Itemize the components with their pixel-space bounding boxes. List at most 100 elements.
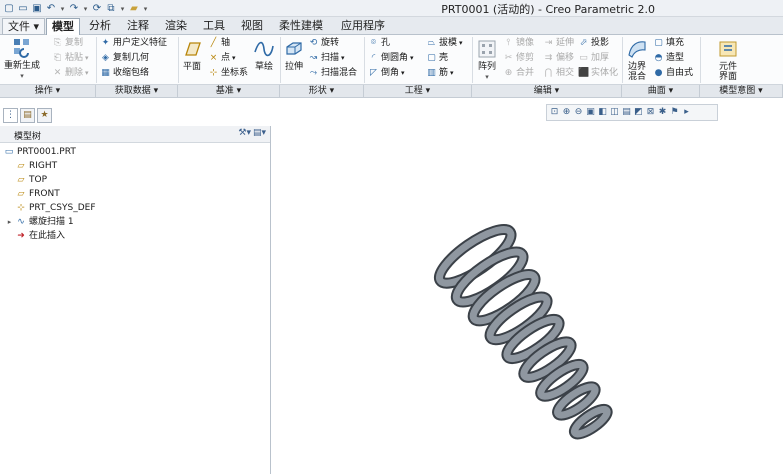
sketch-icon xyxy=(254,41,274,57)
chamfer-button[interactable]: ◸ 倒角 ▾ xyxy=(368,68,405,79)
tab-applications[interactable]: 应用程序 xyxy=(336,18,390,35)
datum-plane-icon: ▱ xyxy=(17,175,25,185)
revolve-button[interactable]: ⟲ 旋转 xyxy=(308,38,339,49)
revolve-icon: ⟲ xyxy=(309,38,318,48)
offset-button[interactable]: ⇉ 偏移 xyxy=(543,53,574,64)
intersect-button[interactable]: ⋂ 相交 xyxy=(543,68,574,79)
tree-columns-icon[interactable]: ▤▾ xyxy=(253,128,266,138)
tree-node-helical-sweep[interactable]: ▸ ∿ 螺旋扫描 1 xyxy=(6,216,74,228)
tab-tools[interactable]: 工具 xyxy=(198,18,230,35)
tab-model[interactable]: 模型 xyxy=(46,18,80,35)
group-label-datum[interactable]: 基准 ▾ xyxy=(178,85,280,98)
tree-node-insert-here[interactable]: ➜ 在此插入 xyxy=(16,230,65,242)
copy-geometry-icon: ◈ xyxy=(102,53,109,63)
group-separator xyxy=(622,37,623,83)
sweep-icon: ↝ xyxy=(309,53,318,63)
paste-icon: ⎗ xyxy=(53,53,62,63)
boundary-blend-button[interactable]: 边界混合 xyxy=(626,38,648,82)
csys-button[interactable]: ⊹ 坐标系 xyxy=(208,68,248,79)
tree-node-csys[interactable]: ⊹ PRT_CSYS_DEF xyxy=(16,202,95,214)
thicken-icon: ▭ xyxy=(579,53,588,63)
round-button[interactable]: ◜ 倒圆角 ▾ xyxy=(368,53,414,64)
annotation-display-icon[interactable]: ⚑ xyxy=(669,107,680,118)
swept-blend-icon: ⤳ xyxy=(309,68,318,78)
sketch-button[interactable]: 草绘 xyxy=(253,38,275,72)
group-label-operations[interactable]: 操作 ▾ xyxy=(0,85,96,98)
repaint-icon[interactable]: ▣ xyxy=(585,107,596,118)
freestyle-button[interactable]: ● 自由式 xyxy=(653,68,693,79)
tree-node-top[interactable]: ▱ TOP xyxy=(16,174,47,186)
group-label-shapes[interactable]: 形状 ▾ xyxy=(280,85,364,98)
model-tree-tab-icon[interactable]: ⋮ xyxy=(3,108,18,123)
display-style-icon[interactable]: ◧ xyxy=(597,107,608,118)
shrinkwrap-button[interactable]: ▦ 收缩包络 xyxy=(100,68,149,79)
solidify-button[interactable]: ⬛ 实体化 xyxy=(578,68,618,79)
group-label-model-intent[interactable]: 模型意图 ▾ xyxy=(700,85,783,98)
udf-button[interactable]: ✦ 用户定义特征 xyxy=(100,38,167,49)
copy-geometry-button[interactable]: ◈ 复制几何 xyxy=(100,53,149,64)
style-icon: ◓ xyxy=(654,53,663,63)
shrinkwrap-icon: ▦ xyxy=(101,68,110,78)
thicken-button[interactable]: ▭ 加厚 xyxy=(578,53,609,64)
point-button[interactable]: × 点 ▾ xyxy=(208,53,236,64)
draft-button[interactable]: ⏢ 拔模 ▾ xyxy=(426,38,463,49)
saved-orientations-icon[interactable]: ◫ xyxy=(609,107,620,118)
group-label-get-data[interactable]: 获取数据 ▾ xyxy=(96,85,178,98)
fill-button[interactable]: ▢ 填充 xyxy=(653,38,684,49)
tree-node-front[interactable]: ▱ FRONT xyxy=(16,188,60,200)
datum-display-filters-icon[interactable]: ⊠ xyxy=(645,107,656,118)
trim-button[interactable]: ✂ 修剪 xyxy=(503,53,534,64)
axis-icon: ╱ xyxy=(210,38,217,48)
axis-button[interactable]: ╱ 轴 xyxy=(208,38,230,49)
group-label-engineering[interactable]: 工程 ▾ xyxy=(364,85,472,98)
component-interface-button[interactable]: 元件界面 xyxy=(714,38,742,82)
mirror-button[interactable]: ⫯ 镜像 xyxy=(503,38,534,49)
round-icon: ◜ xyxy=(371,53,376,63)
insert-here-arrow-icon: ➜ xyxy=(17,231,25,241)
extrude-icon xyxy=(286,42,302,55)
fill-icon: ▢ xyxy=(654,38,663,48)
spin-center-icon[interactable]: ✱ xyxy=(657,107,668,118)
style-button[interactable]: ◓ 造型 xyxy=(653,53,684,64)
swept-blend-button[interactable]: ⤳ 扫描混合 xyxy=(308,68,357,79)
tab-analysis[interactable]: 分析 xyxy=(84,18,116,35)
window-title: PRT0001 (活动的) - Creo Parametric 2.0 xyxy=(441,3,655,16)
play-animation-icon[interactable]: ▸ xyxy=(681,107,692,118)
graphics-window[interactable] xyxy=(272,98,783,474)
copy-button[interactable]: ⎘ 复制 xyxy=(52,38,83,49)
shell-button[interactable]: ▢ 壳 xyxy=(426,53,448,64)
delete-button[interactable]: ✕ 删除 ▾ xyxy=(52,68,89,79)
rib-button[interactable]: ▥ 筋 ▾ xyxy=(426,68,453,79)
tab-file[interactable]: 文件 ▾ xyxy=(2,18,46,35)
refit-icon[interactable]: ⊡ xyxy=(549,107,560,118)
group-label-editing[interactable]: 编辑 ▾ xyxy=(472,85,622,98)
tab-flexible-modeling[interactable]: 柔性建模 xyxy=(274,18,328,35)
paste-button[interactable]: ⎗ 粘贴 ▾ xyxy=(52,53,89,64)
favorites-tab-icon[interactable]: ★ xyxy=(37,108,52,123)
sweep-button[interactable]: ↝ 扫描 ▾ xyxy=(308,53,345,64)
perspective-view-icon[interactable]: ◩ xyxy=(633,107,644,118)
tree-node-part[interactable]: ▭ PRT0001.PRT xyxy=(4,146,76,158)
project-button[interactable]: ⬀ 投影 xyxy=(578,38,609,49)
hole-button[interactable]: ⌾ 孔 xyxy=(368,38,390,49)
pattern-button[interactable]: 阵列 ▾ xyxy=(476,38,498,82)
plane-button[interactable]: 平面 xyxy=(181,38,203,72)
folder-browser-tab-icon[interactable]: ▤ xyxy=(20,108,35,123)
extrude-button[interactable]: 拉伸 xyxy=(283,38,305,72)
intersect-icon: ⋂ xyxy=(544,68,553,78)
regenerate-button[interactable]: 重新生成 ▾ xyxy=(4,37,40,81)
view-manager-icon[interactable]: ▤ xyxy=(621,107,632,118)
expand-arrow-icon[interactable]: ▸ xyxy=(6,216,13,228)
zoom-in-icon[interactable]: ⊕ xyxy=(561,107,572,118)
tab-annotate[interactable]: 注释 xyxy=(122,18,154,35)
zoom-out-icon[interactable]: ⊖ xyxy=(573,107,584,118)
tree-settings-icon[interactable]: ⚒▾ xyxy=(238,128,251,138)
freestyle-icon: ● xyxy=(654,68,663,78)
extend-button[interactable]: ⇥ 延伸 xyxy=(543,38,574,49)
tree-node-right[interactable]: ▱ RIGHT xyxy=(16,160,58,172)
tab-view[interactable]: 视图 xyxy=(236,18,268,35)
group-label-surfaces[interactable]: 曲面 ▾ xyxy=(622,85,700,98)
regenerate-dropdown-icon[interactable]: ▾ xyxy=(20,71,24,81)
tab-render[interactable]: 渲染 xyxy=(160,18,192,35)
merge-button[interactable]: ⊕ 合并 xyxy=(503,68,534,79)
